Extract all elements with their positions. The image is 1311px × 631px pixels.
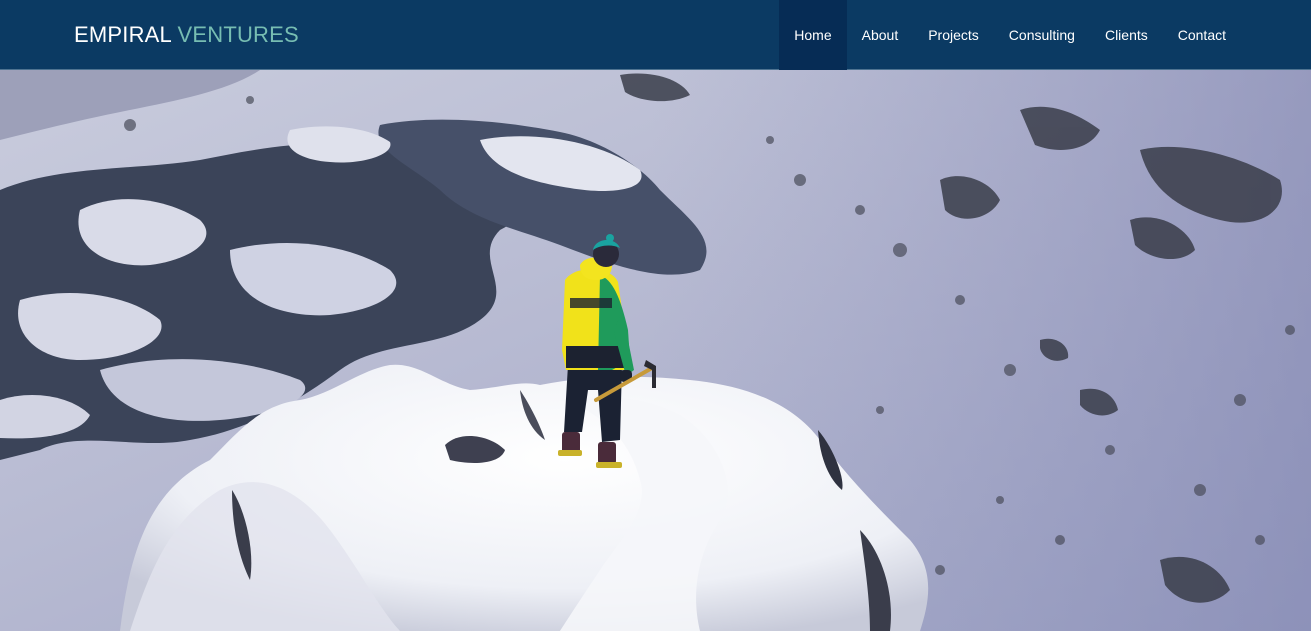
nav-home-label: Home xyxy=(794,27,832,43)
hero-image xyxy=(0,70,1311,631)
brand-name-primary: EMPIRAL xyxy=(74,22,172,47)
top-navbar: EMPIRAL VENTURES Home About Projects Con… xyxy=(0,0,1311,70)
nav-contact[interactable]: Contact xyxy=(1163,0,1241,70)
nav-consulting-label: Consulting xyxy=(1008,27,1075,43)
nav-about[interactable]: About xyxy=(847,0,914,70)
nav-consulting[interactable]: Consulting xyxy=(994,0,1090,70)
nav-about-label: About xyxy=(861,27,899,43)
brand-logo[interactable]: EMPIRAL VENTURES xyxy=(74,21,299,49)
nav-projects-label: Projects xyxy=(928,27,979,43)
page: EMPIRAL VENTURES Home About Projects Con… xyxy=(0,0,1311,631)
main-nav: Home About Projects Consulting Clients C… xyxy=(779,0,1241,70)
nav-home[interactable]: Home xyxy=(779,0,847,70)
brand-name-accent: VENTURES xyxy=(177,22,299,47)
nav-projects[interactable]: Projects xyxy=(913,0,994,70)
hero-banner xyxy=(0,70,1311,631)
nav-clients-label: Clients xyxy=(1104,27,1148,43)
nav-contact-label: Contact xyxy=(1177,27,1226,43)
nav-clients[interactable]: Clients xyxy=(1090,0,1163,70)
